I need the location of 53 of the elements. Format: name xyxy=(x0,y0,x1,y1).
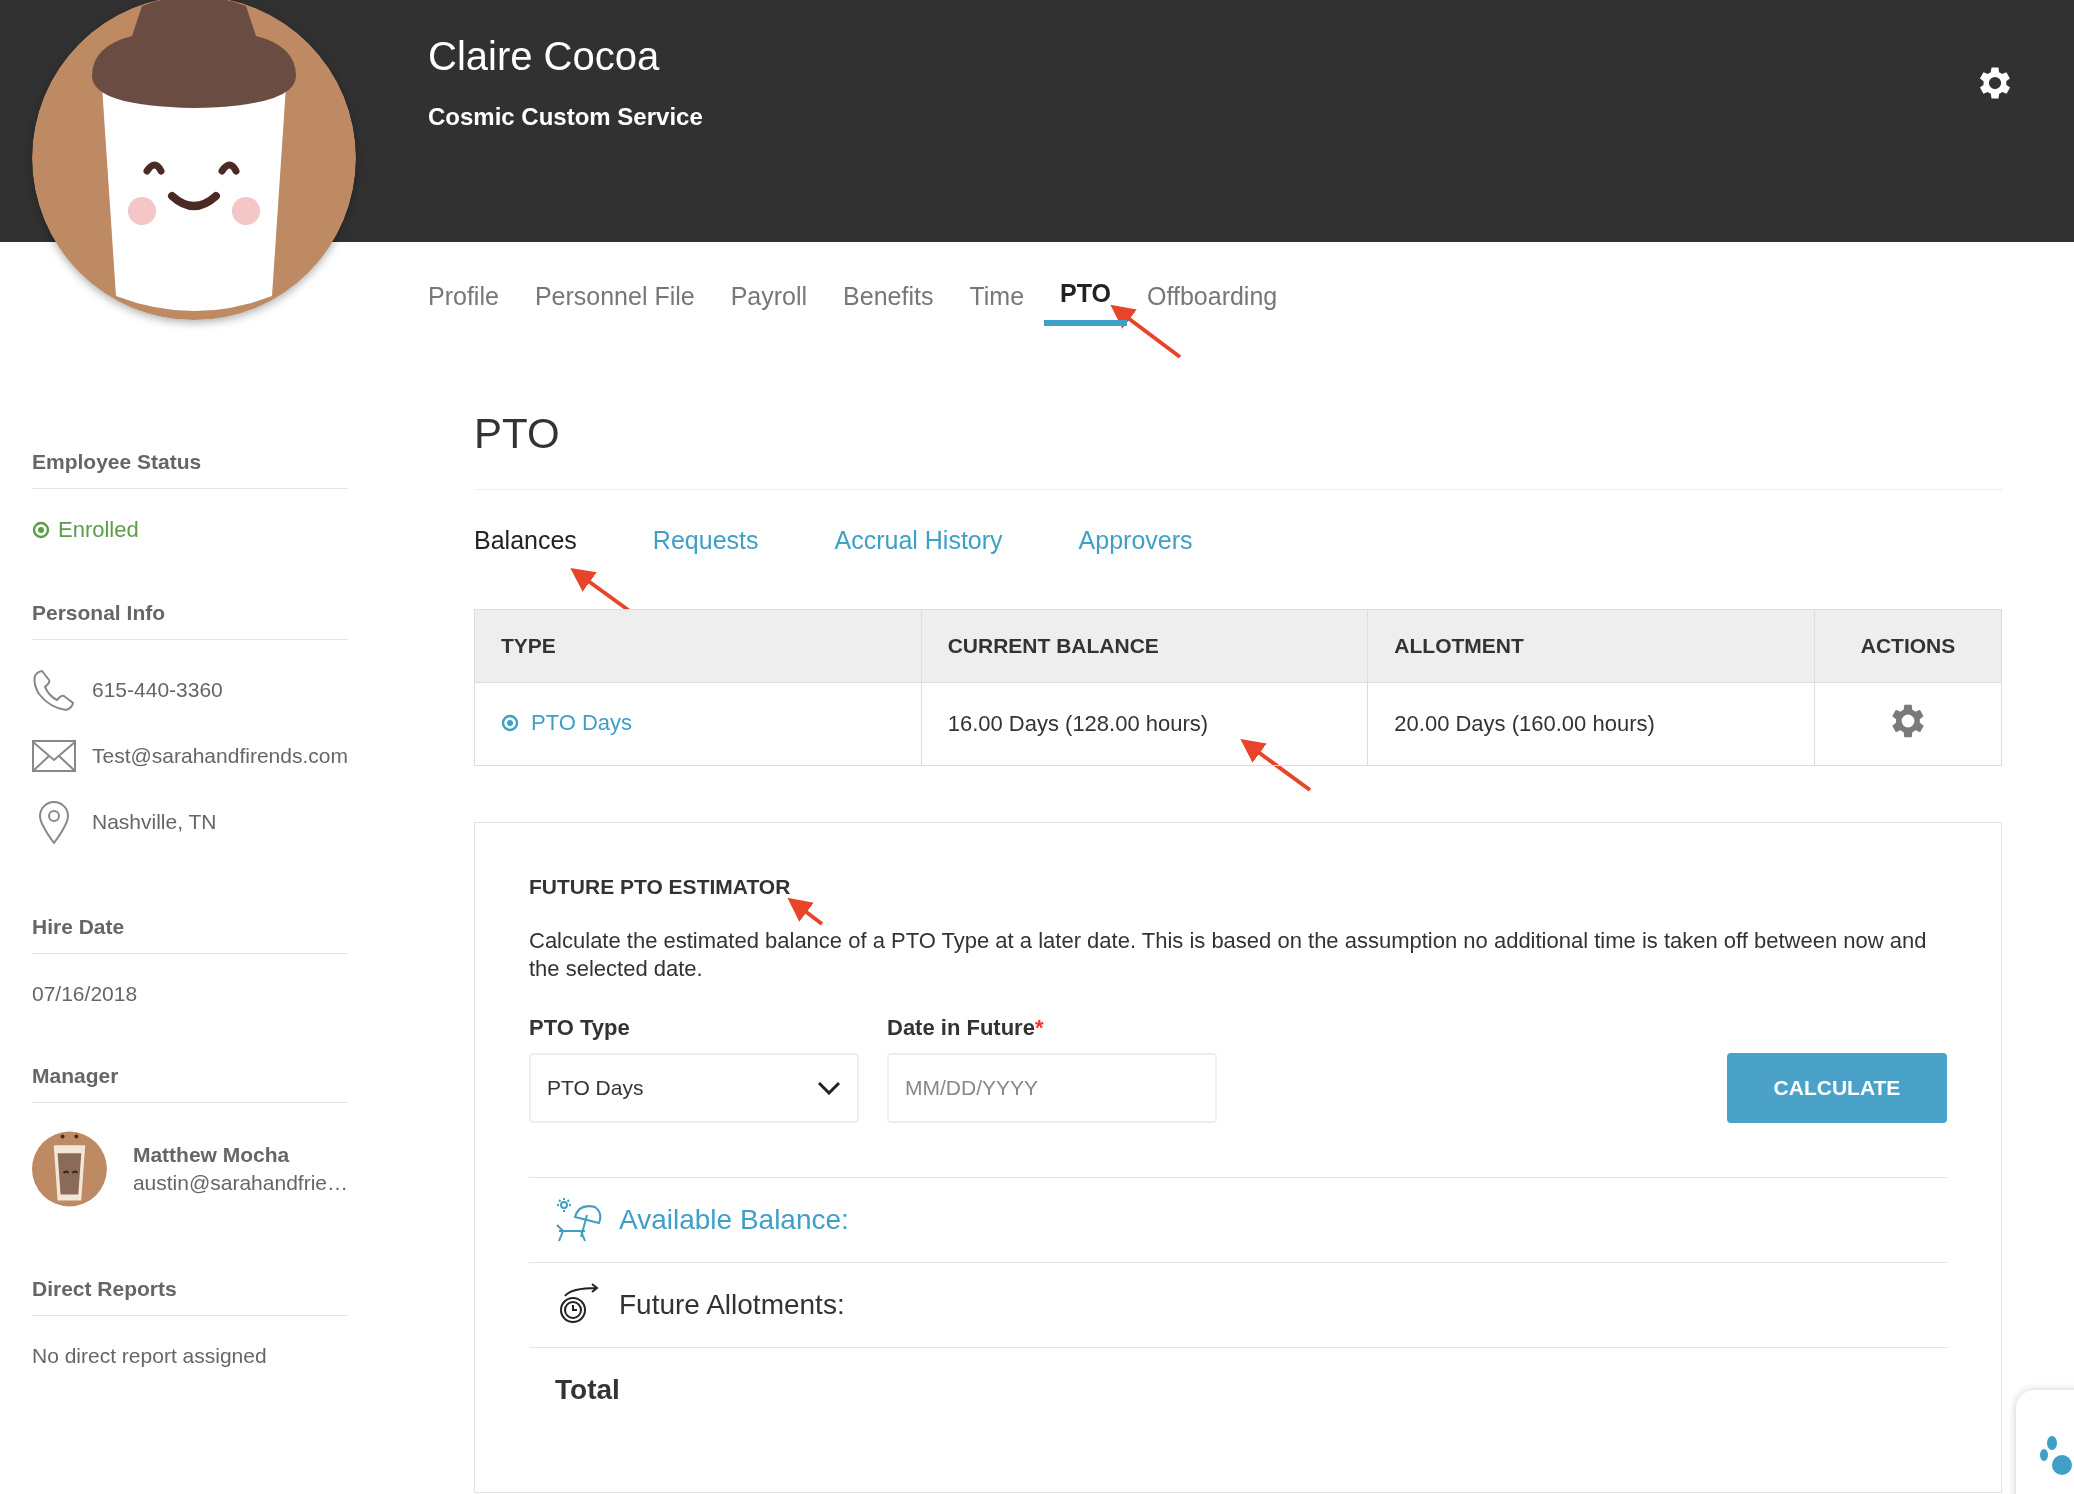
chevron-down-icon xyxy=(817,1081,841,1095)
sub-tab[interactable]: Requests xyxy=(652,526,759,555)
pto-type-link[interactable]: PTO Days xyxy=(531,710,633,736)
nav-tab[interactable]: Benefits xyxy=(843,242,934,326)
section-heading: Employee Status xyxy=(32,450,348,489)
status-text: Enrolled xyxy=(58,517,139,543)
column-header: ACTIONS xyxy=(1814,609,2002,683)
result-label: Future Allotments: xyxy=(619,1289,845,1321)
table-cell: 16.00 Days (128.00 hours) xyxy=(921,682,1368,766)
section-heading: Hire Date xyxy=(32,915,348,954)
section-heading: Direct Reports xyxy=(32,1277,348,1316)
phone-icon xyxy=(32,668,76,712)
field-label: Date in Future* xyxy=(887,1015,1045,1041)
nav-tab[interactable]: Profile xyxy=(428,242,499,326)
radio-icon xyxy=(501,714,519,732)
column-header: CURRENT BALANCE xyxy=(921,609,1368,683)
nav-tab[interactable]: Offboarding xyxy=(1147,242,1278,326)
page-title: PTO xyxy=(474,410,2002,490)
calculate-button[interactable]: CALCULATE xyxy=(1727,1053,1947,1123)
nav-tab[interactable]: Time xyxy=(969,242,1025,326)
manager-name: Matthew Mocha xyxy=(132,1143,291,1167)
paw-icon xyxy=(2040,1435,2074,1475)
status-dot-icon xyxy=(32,521,50,539)
annotation-arrow xyxy=(787,897,824,926)
sub-tab[interactable]: Accrual History xyxy=(834,526,1003,555)
nav-tab[interactable]: Payroll xyxy=(730,242,808,326)
employee-name: Claire Cocoa xyxy=(428,34,661,79)
estimator-title: FUTURE PTO ESTIMATOR xyxy=(529,875,792,899)
table-cell: 20.00 Days (160.00 hours) xyxy=(1367,682,1815,766)
result-label: Total xyxy=(555,1374,620,1406)
nav-tab[interactable]: PTO xyxy=(1044,242,1128,326)
hire-date-value: 07/16/2018 xyxy=(32,982,139,1006)
contact-text: Nashville, TN xyxy=(92,810,217,834)
envelope-icon xyxy=(32,740,76,772)
beach-umbrella-icon xyxy=(555,1197,603,1243)
sub-tab[interactable]: Balances xyxy=(474,526,577,555)
column-header: ALLOTMENT xyxy=(1367,609,1815,683)
direct-reports-text: No direct report assigned xyxy=(32,1344,268,1368)
section-heading: Manager xyxy=(32,1064,348,1103)
contact-text: Test@sarahandfirends.com xyxy=(92,744,348,768)
date-input[interactable]: MM/DD/YYYY xyxy=(887,1053,1217,1123)
pto-type-dropdown[interactable]: PTO Days xyxy=(529,1053,859,1123)
field-label: PTO Type xyxy=(529,1015,631,1041)
sub-tab[interactable]: Approvers xyxy=(1078,526,1193,555)
estimator-description: Calculate the estimated balance of a PTO Type at a later date. This is based on the assumption no additional time is taken off between now and the selected date. xyxy=(529,927,1928,983)
contact-text: 615-440-3360 xyxy=(92,678,223,702)
annotation-arrow xyxy=(1240,738,1312,792)
result-label: Available Balance: xyxy=(619,1204,849,1236)
section-heading: Personal Info xyxy=(32,601,348,640)
nav-tab[interactable]: Personnel File xyxy=(534,242,695,326)
company-name: Cosmic Custom Service xyxy=(428,103,703,131)
manager-email: austin@sarahandfrie… xyxy=(132,1171,348,1195)
column-header: TYPE xyxy=(474,609,922,683)
